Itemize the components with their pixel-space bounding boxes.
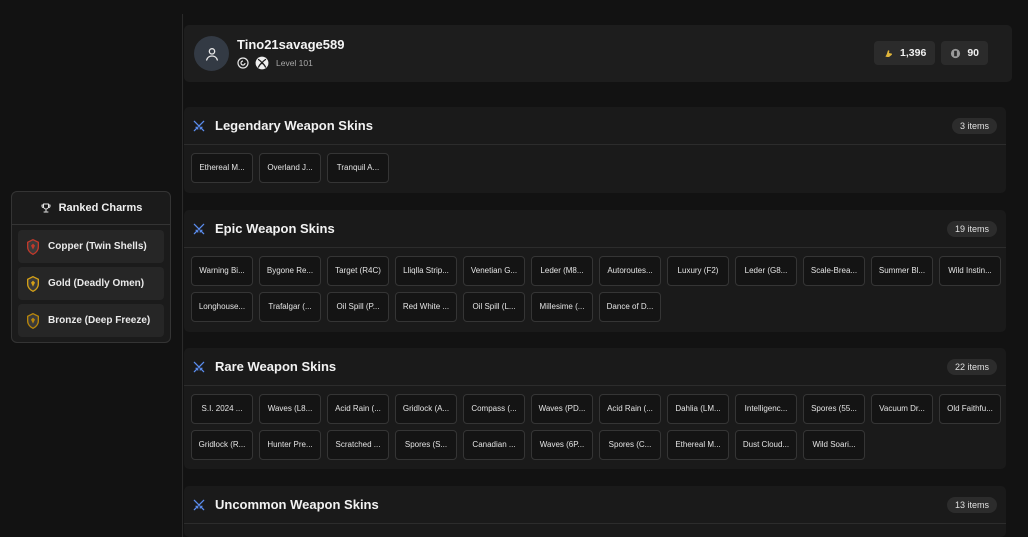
avatar[interactable] bbox=[194, 36, 229, 71]
skin-item[interactable]: Warning Bi... bbox=[191, 256, 253, 286]
skin-item[interactable]: Spores (S... bbox=[395, 430, 457, 460]
skin-item[interactable]: Autoroutes... bbox=[599, 256, 661, 286]
section-header: Legendary Weapon Skins 3 items bbox=[184, 107, 1006, 145]
skin-item[interactable]: Target (R4C) bbox=[327, 256, 389, 286]
ranked-charms-header: Ranked Charms bbox=[12, 192, 170, 225]
skin-item[interactable]: Ethereal M... bbox=[191, 153, 253, 183]
section-header: Uncommon Weapon Skins 13 items bbox=[184, 486, 1006, 524]
section-header: Rare Weapon Skins 22 items bbox=[184, 348, 1006, 386]
charm-label: Gold (Deadly Omen) bbox=[48, 278, 145, 289]
skin-item[interactable]: Acid Rain (... bbox=[599, 394, 661, 424]
credits-icon bbox=[885, 49, 893, 57]
skin-grid: Ethereal M... Overland J... Tranquil A... bbox=[184, 145, 1006, 183]
charm-label: Copper (Twin Shells) bbox=[48, 241, 147, 252]
item-count-badge: 19 items bbox=[946, 221, 997, 237]
skin-item[interactable]: Dust Cloud... bbox=[735, 430, 797, 460]
renown-icon bbox=[951, 48, 961, 58]
skin-item[interactable]: Waves (PD... bbox=[531, 394, 593, 424]
section-title: Uncommon Weapon Skins bbox=[215, 497, 379, 512]
skin-grid: S.I. 2024 ... Waves (L8... Acid Rain (... G… bbox=[184, 386, 1006, 460]
profile-header: Tino21savage589 Level 101 1,396 90 bbox=[184, 25, 1012, 82]
skin-item[interactable]: Longhouse... bbox=[191, 292, 253, 322]
charm-label: Bronze (Deep Freeze) bbox=[48, 315, 151, 326]
ranked-charms-panel: Ranked Charms Copper (Twin Shells) Gold (… bbox=[11, 191, 171, 343]
skin-item[interactable]: Hunter Pre... bbox=[259, 430, 321, 460]
credits-value: 1,396 bbox=[900, 47, 927, 59]
item-count-badge: 13 items bbox=[946, 497, 997, 513]
skin-item[interactable]: Tranquil A... bbox=[327, 153, 389, 183]
charm-badge-icon bbox=[26, 238, 40, 255]
xbox-icon bbox=[255, 56, 269, 70]
renown-value: 90 bbox=[967, 47, 979, 59]
skin-item[interactable]: Old Faithfu... bbox=[939, 394, 1001, 424]
skin-item[interactable]: Ethereal M... bbox=[667, 430, 729, 460]
section-title: Legendary Weapon Skins bbox=[215, 118, 373, 133]
item-count-badge: 3 items bbox=[951, 118, 997, 134]
skin-item[interactable]: Gridlock (R... bbox=[191, 430, 253, 460]
section-title: Rare Weapon Skins bbox=[215, 359, 337, 374]
section-header: Epic Weapon Skins 19 items bbox=[184, 210, 1006, 248]
skin-item[interactable]: Oil Spill (L... bbox=[463, 292, 525, 322]
skin-item[interactable]: Scale-Brea... bbox=[803, 256, 865, 286]
charm-item[interactable]: Bronze (Deep Freeze) bbox=[18, 304, 164, 337]
skin-item[interactable]: Bygone Re... bbox=[259, 256, 321, 286]
skin-item[interactable]: Wild Soari... bbox=[803, 430, 865, 460]
layout-divider bbox=[182, 14, 183, 537]
skin-item[interactable]: Spores (55... bbox=[803, 394, 865, 424]
skin-item[interactable]: Lliqlla Strip... bbox=[395, 256, 457, 286]
skin-item[interactable]: Compass (... bbox=[463, 394, 525, 424]
skin-item[interactable]: Dance of D... bbox=[599, 292, 661, 322]
uncommon-weapon-skins-section: Uncommon Weapon Skins 13 items bbox=[184, 486, 1006, 537]
skin-item[interactable]: Trafalgar (... bbox=[259, 292, 321, 322]
skin-item[interactable]: Intelligenc... bbox=[735, 394, 797, 424]
skin-item[interactable]: Summer Bl... bbox=[871, 256, 933, 286]
skin-item[interactable]: Waves (6P... bbox=[531, 430, 593, 460]
skin-item[interactable]: Leder (M8... bbox=[531, 256, 593, 286]
ubisoft-icon bbox=[237, 57, 249, 69]
charm-badge-icon bbox=[26, 275, 40, 292]
epic-weapon-skins-section: Epic Weapon Skins 19 items Warning Bi...… bbox=[184, 210, 1006, 332]
skin-item[interactable]: Venetian G... bbox=[463, 256, 525, 286]
skin-item[interactable]: S.I. 2024 ... bbox=[191, 394, 253, 424]
skin-item[interactable]: Acid Rain (... bbox=[327, 394, 389, 424]
skin-item[interactable]: Gridlock (A... bbox=[395, 394, 457, 424]
skin-item[interactable]: Dahlia (LM... bbox=[667, 394, 729, 424]
player-level: Level 101 bbox=[276, 58, 313, 68]
renown-badge: 90 bbox=[941, 41, 988, 65]
charm-item[interactable]: Copper (Twin Shells) bbox=[18, 230, 164, 263]
skin-item[interactable]: Spores (C... bbox=[599, 430, 661, 460]
ranked-charms-title: Ranked Charms bbox=[58, 202, 143, 214]
skin-item[interactable]: Red White ... bbox=[395, 292, 457, 322]
skin-item[interactable]: Overland J... bbox=[259, 153, 321, 183]
skin-item[interactable]: Leder (G8... bbox=[735, 256, 797, 286]
charm-list: Copper (Twin Shells) Gold (Deadly Omen) Br… bbox=[12, 225, 170, 342]
legendary-weapon-skins-section: Legendary Weapon Skins 3 items Ethereal … bbox=[184, 107, 1006, 193]
skin-item[interactable]: Wild Instin... bbox=[939, 256, 1001, 286]
user-icon bbox=[205, 47, 218, 61]
rare-weapon-skins-section: Rare Weapon Skins 22 items S.I. 2024 ...… bbox=[184, 348, 1006, 469]
crossed-swords-icon bbox=[193, 361, 205, 372]
trophy-icon bbox=[41, 203, 51, 213]
skin-item[interactable]: Luxury (F2) bbox=[667, 256, 729, 286]
skin-item[interactable]: Oil Spill (P... bbox=[327, 292, 389, 322]
charm-item[interactable]: Gold (Deadly Omen) bbox=[18, 267, 164, 300]
username: Tino21savage589 bbox=[237, 37, 345, 52]
skin-item[interactable]: Waves (L8... bbox=[259, 394, 321, 424]
skin-item[interactable]: Vacuum Dr... bbox=[871, 394, 933, 424]
skin-item[interactable]: Millesime (... bbox=[531, 292, 593, 322]
crossed-swords-icon bbox=[193, 120, 205, 131]
crossed-swords-icon bbox=[193, 223, 205, 234]
charm-badge-icon bbox=[26, 312, 40, 329]
skin-grid: Warning Bi... Bygone Re... Target (R4C) Lli… bbox=[184, 248, 1006, 322]
section-title: Epic Weapon Skins bbox=[215, 221, 335, 236]
item-count-badge: 22 items bbox=[946, 359, 997, 375]
credits-badge: 1,396 bbox=[874, 41, 936, 65]
crossed-swords-icon bbox=[193, 499, 205, 510]
skin-item[interactable]: Canadian ... bbox=[463, 430, 525, 460]
skin-item[interactable]: Scratched ... bbox=[327, 430, 389, 460]
